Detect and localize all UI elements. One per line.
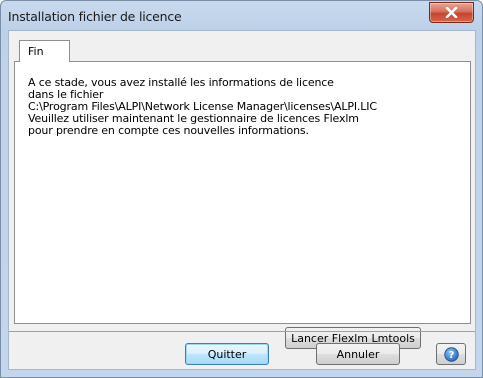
help-button[interactable]: ? — [436, 343, 466, 365]
info-message: A ce stade, vous avez installé les infor… — [28, 77, 377, 137]
help-icon: ? — [444, 347, 459, 362]
tab-fin[interactable]: Fin — [19, 40, 70, 62]
cancel-button[interactable]: Annuler — [316, 343, 400, 365]
close-icon — [445, 7, 458, 18]
dialog-window: Installation fichier de licence Fin A ce… — [0, 0, 483, 378]
svg-text:?: ? — [449, 350, 455, 361]
footer-separator — [9, 331, 475, 332]
close-button[interactable] — [429, 2, 474, 23]
window-title: Installation fichier de licence — [8, 9, 182, 24]
dialog-client-area: Fin A ce stade, vous avez installé les i… — [8, 30, 476, 370]
tab-panel: A ce stade, vous avez installé les infor… — [14, 61, 471, 349]
tab-label: Fin — [28, 45, 44, 58]
quit-button[interactable]: Quitter — [185, 343, 269, 365]
title-bar[interactable]: Installation fichier de licence — [1, 1, 482, 30]
message-line: pour prendre en compte ces nouvelles inf… — [28, 124, 309, 137]
